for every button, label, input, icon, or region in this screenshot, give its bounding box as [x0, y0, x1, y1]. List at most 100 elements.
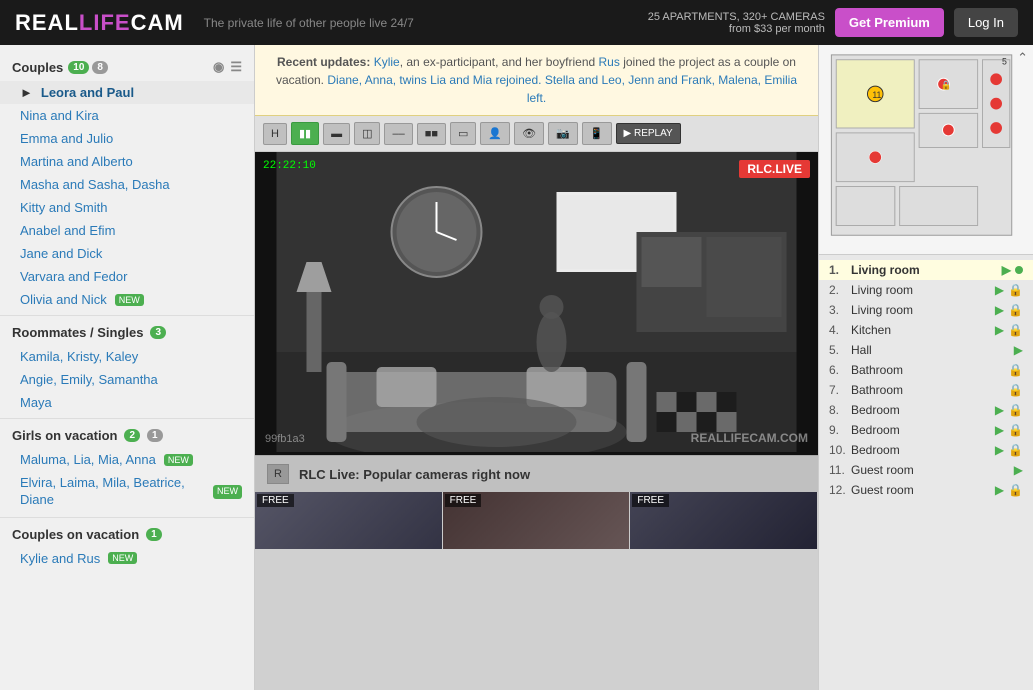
sidebar-item-nina-kira[interactable]: Nina and Kira: [0, 104, 254, 127]
svg-text:🔒: 🔒: [941, 80, 952, 90]
sidebar-item-angie[interactable]: Angie, Emily, Samantha: [0, 368, 254, 391]
phone-button[interactable]: 📱: [582, 122, 612, 145]
sidebar-item-emma-julio[interactable]: Emma and Julio: [0, 127, 254, 150]
room-name-10: Bedroom: [851, 443, 991, 457]
room-num-2: 2.: [829, 283, 847, 297]
room-name-7: Bathroom: [851, 383, 1004, 397]
room-name-2: Living room: [851, 283, 991, 297]
layout2-button[interactable]: ––: [384, 123, 412, 145]
aspect-button[interactable]: ▬: [323, 123, 350, 145]
room-item-6[interactable]: 6. Bathroom 🔒: [819, 360, 1033, 380]
login-button[interactable]: Log In: [954, 8, 1018, 37]
room-num-3: 3.: [829, 303, 847, 317]
camera-scene: [255, 152, 818, 452]
divider3: [0, 517, 254, 518]
section-icons: ◉ ☰: [213, 59, 242, 75]
sidebar-item-maluma[interactable]: Maluma, Lia, Mia, Anna NEW: [0, 448, 254, 471]
room-item-5[interactable]: 5. Hall ▶: [819, 340, 1033, 360]
person-button[interactable]: 👤: [480, 122, 510, 145]
sidebar-item-masha-sasha[interactable]: Masha and Sasha, Dasha: [0, 173, 254, 196]
sidebar-item-kitty-smith[interactable]: Kitty and Smith: [0, 196, 254, 219]
main-layout: Couples 10 8 ◉ ☰ ► Leora and Paul Nina a…: [0, 45, 1033, 690]
sound-icon-3: ▶: [995, 303, 1004, 317]
room-item-9[interactable]: 9. Bedroom ▶ 🔒: [819, 420, 1033, 440]
lock-icon-2: 🔒: [1008, 283, 1023, 297]
sidebar-item-maya[interactable]: Maya: [0, 391, 254, 414]
rus-link[interactable]: Rus: [599, 55, 620, 69]
lock-icon-4: 🔒: [1008, 323, 1023, 337]
collapse-icon[interactable]: ⌃: [1017, 50, 1028, 66]
eye-button[interactable]: 👁: [514, 122, 544, 145]
sidebar: Couples 10 8 ◉ ☰ ► Leora and Paul Nina a…: [0, 45, 255, 690]
lock-icon-12: 🔒: [1008, 483, 1023, 497]
live-badge: RLC.LIVE: [739, 160, 810, 178]
room-item-4[interactable]: 4. Kitchen ▶ 🔒: [819, 320, 1033, 340]
diane-link[interactable]: Diane, Anna, twins Lia and Mia rejoined.: [327, 73, 541, 87]
room-name-4: Kitchen: [851, 323, 991, 337]
room-name-1: Living room: [851, 263, 998, 277]
sidebar-item-martina-alberto[interactable]: Martina and Alberto: [0, 150, 254, 173]
couples-vac-count-badge: 1: [146, 528, 162, 541]
divider2: [0, 418, 254, 419]
sidebar-item-kylie-rus[interactable]: Kylie and Rus NEW: [0, 547, 254, 570]
new-badge-maluma: NEW: [164, 454, 193, 466]
sidebar-item-varvara-fedor[interactable]: Varvara and Fedor: [0, 265, 254, 288]
couples-count-badge: 10: [68, 61, 89, 74]
thumb-free-3: FREE: [632, 494, 669, 507]
recent-updates-label: Recent updates:: [277, 55, 370, 69]
sound-icon-9: ▶: [995, 423, 1004, 437]
roommates-label: Roommates / Singles: [12, 325, 143, 340]
room-item-10[interactable]: 10. Bedroom ▶ 🔒: [819, 440, 1033, 460]
room-num-11: 11.: [829, 463, 847, 477]
replay-button[interactable]: ▶ REPLAY: [616, 123, 681, 144]
lock-icon-7: 🔒: [1008, 383, 1023, 397]
sidebar-item-anabel-efim[interactable]: Anabel and Efim: [0, 219, 254, 242]
couples-label: Couples: [12, 60, 63, 75]
h-button[interactable]: H: [263, 123, 287, 145]
floor-plan: ⌃: [819, 45, 1033, 255]
sidebar-item-elvira[interactable]: Elvira, Laima, Mila, Beatrice, Diane NEW: [0, 471, 254, 513]
new-badge-kylie: NEW: [108, 552, 137, 564]
camera-controls: H ▮▮ ▬ ◫ –– ■■ ▭ 👤 👁 📷 📱 ▶ REPLAY: [255, 116, 818, 152]
thumbnail-2[interactable]: FREE: [443, 492, 631, 549]
sidebar-item-kamila[interactable]: Kamila, Kristy, Kaley: [0, 345, 254, 368]
cam-button[interactable]: 📷: [548, 122, 578, 145]
couples-vac-label: Couples on vacation: [12, 527, 139, 542]
thumb-free-1: FREE: [257, 494, 294, 507]
kylie-link[interactable]: Kylie: [374, 55, 400, 69]
lock-icon-6: 🔒: [1008, 363, 1023, 377]
girls-label: Girls on vacation: [12, 428, 117, 443]
camera-timestamp: 22:22:10: [263, 160, 316, 172]
get-premium-button[interactable]: Get Premium: [835, 8, 944, 37]
lock-icon-3: 🔒: [1008, 303, 1023, 317]
lock-icon-8: 🔒: [1008, 403, 1023, 417]
tagline: The private life of other people live 24…: [204, 16, 648, 30]
sidebar-item-jane-dick[interactable]: Jane and Dick: [0, 242, 254, 265]
record-button[interactable]: ▮▮: [291, 122, 319, 145]
room-item-8[interactable]: 8. Bedroom ▶ 🔒: [819, 400, 1033, 420]
stella-link[interactable]: Stella and Leo, Jenn and Frank, Malena, …: [527, 73, 797, 105]
thumbnail-3[interactable]: FREE: [630, 492, 818, 549]
center-panel: Recent updates: Kylie, an ex-participant…: [255, 45, 818, 690]
room-item-3[interactable]: 3. Living room ▶ 🔒: [819, 300, 1033, 320]
sidebar-item-olivia-nick[interactable]: Olivia and Nick NEW: [0, 288, 254, 311]
room-item-1[interactable]: 1. Living room ▶: [819, 260, 1033, 280]
sidebar-item-leora-paul[interactable]: ► Leora and Paul: [0, 81, 254, 104]
room-item-2[interactable]: 2. Living room ▶ 🔒: [819, 280, 1033, 300]
camera-id: 99fb1a3: [265, 433, 305, 445]
wide-button[interactable]: ▭: [450, 122, 476, 145]
room-num-4: 4.: [829, 323, 847, 337]
room-num-10: 10.: [829, 443, 847, 457]
layout1-button[interactable]: ◫: [354, 122, 380, 145]
room-item-11[interactable]: 11. Guest room ▶: [819, 460, 1033, 480]
camera-view: 22:22:10 RLC.LIVE REALLIFECAM.COM 99fb1a…: [255, 152, 818, 455]
menu-icon: ☰: [230, 59, 242, 75]
room-item-7[interactable]: 7. Bathroom 🔒: [819, 380, 1033, 400]
room-name-8: Bedroom: [851, 403, 991, 417]
grid-button[interactable]: ■■: [417, 123, 446, 145]
new-badge: NEW: [115, 294, 144, 306]
thumbnail-1[interactable]: FREE: [255, 492, 443, 549]
svg-text:5: 5: [1002, 57, 1007, 67]
room-item-12[interactable]: 12. Guest room ▶ 🔒: [819, 480, 1033, 500]
room-num-8: 8.: [829, 403, 847, 417]
